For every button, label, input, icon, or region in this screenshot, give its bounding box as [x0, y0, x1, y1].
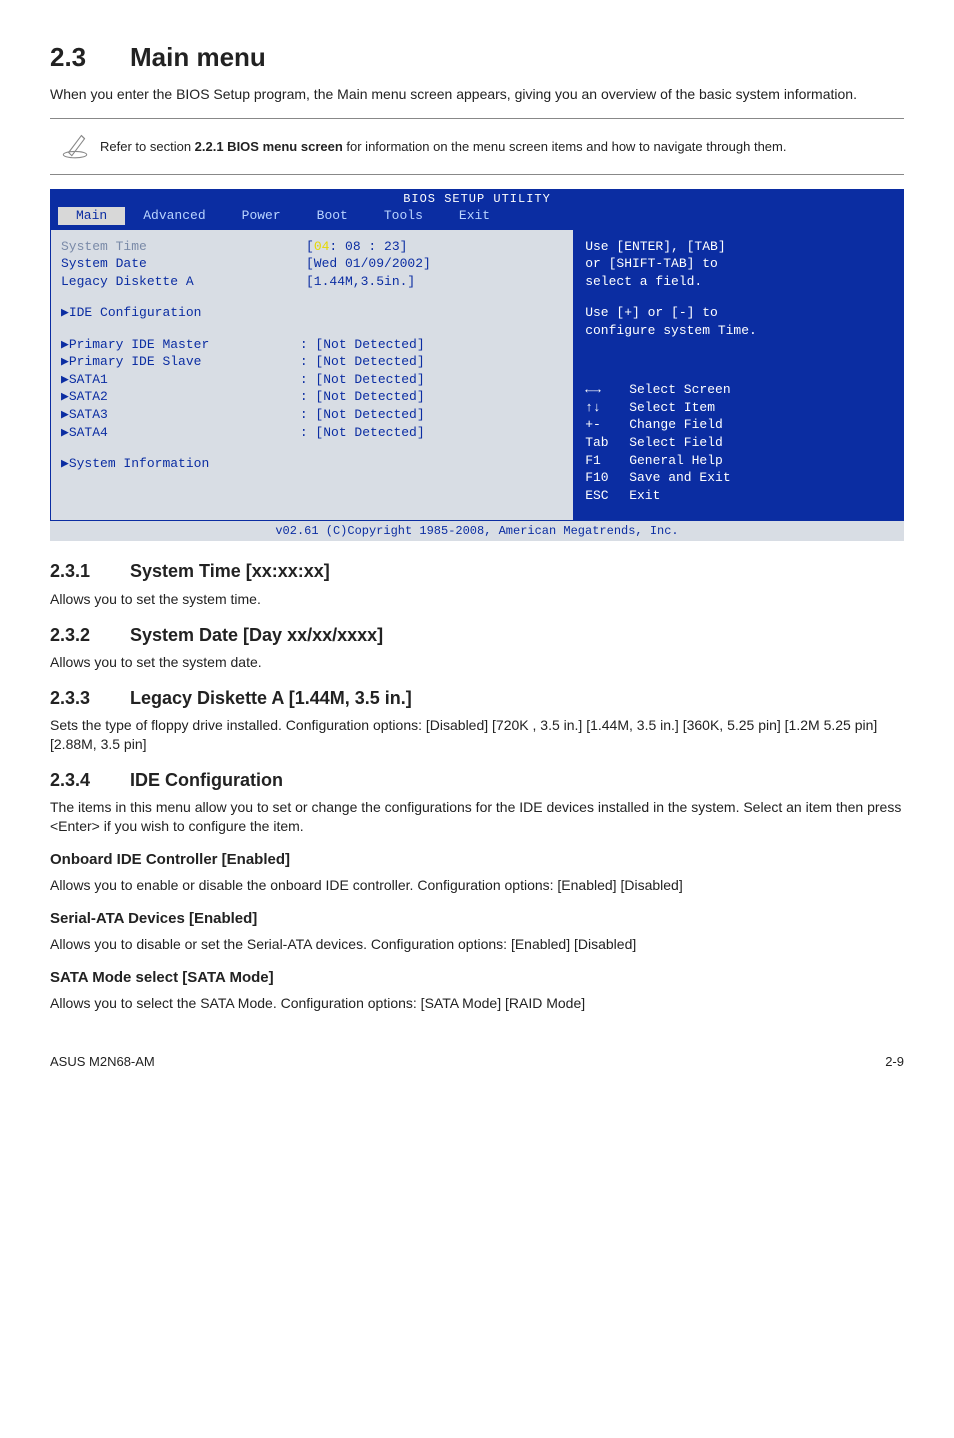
subsection-231-body: Allows you to set the system time. [50, 590, 904, 609]
bios-help-key-row: ↑↓Select Item [585, 399, 893, 417]
subsection-232-title: 2.3.2System Date [Day xx/xx/xxxx] [50, 623, 904, 647]
page-footer: ASUS M2N68-AM 2-9 [50, 1053, 904, 1071]
bios-help-key-row: +-Change Field [585, 416, 893, 434]
triangle-icon: ▶ [61, 406, 69, 424]
pencil-icon [50, 127, 100, 166]
bios-row-legacy-diskette[interactable]: Legacy Diskette A [1.44M,3.5in.] [61, 273, 563, 291]
section-number: 2.3 [50, 40, 130, 75]
footer-left: ASUS M2N68-AM [50, 1053, 155, 1071]
triangle-icon: ▶ [61, 304, 69, 322]
bios-row-sata4[interactable]: ▶ SATA4: [Not Detected] [61, 424, 563, 442]
sata-mode-body: Allows you to select the SATA Mode. Conf… [50, 994, 904, 1013]
arrow-up-down-icon: ↑↓ [585, 399, 629, 417]
subsection-234-body: The items in this menu allow you to set … [50, 798, 904, 836]
triangle-icon: ▶ [61, 424, 69, 442]
note-text: Refer to section 2.2.1 BIOS menu screen … [100, 138, 904, 156]
bios-row-ide-configuration[interactable]: ▶ IDE Configuration [61, 304, 563, 322]
bios-row-system-information[interactable]: ▶ System Information [61, 455, 563, 473]
subsection-233-body: Sets the type of floppy drive installed.… [50, 716, 904, 754]
bios-screenshot: BIOS SETUP UTILITY Main Advanced Power B… [50, 189, 904, 541]
subsection-233-title: 2.3.3Legacy Diskette A [1.44M, 3.5 in.] [50, 686, 904, 710]
triangle-icon: ▶ [61, 388, 69, 406]
bios-menu-boot[interactable]: Boot [299, 207, 366, 225]
bios-help-pane: Use [ENTER], [TAB] or [SHIFT-TAB] to sel… [574, 229, 904, 522]
triangle-icon: ▶ [61, 353, 69, 371]
arrow-left-right-icon: ←→ [585, 381, 629, 399]
triangle-icon: ▶ [61, 455, 69, 473]
note-callout: Refer to section 2.2.1 BIOS menu screen … [50, 118, 904, 175]
section-title: 2.3Main menu [50, 40, 904, 75]
bios-help-key-row: F1General Help [585, 452, 893, 470]
bios-help-key-row: ESCExit [585, 487, 893, 505]
bios-menu-main[interactable]: Main [58, 207, 125, 225]
footer-right: 2-9 [885, 1053, 904, 1071]
bios-title: BIOS SETUP UTILITY [50, 189, 904, 207]
bios-row-primary-master[interactable]: ▶ Primary IDE Master: [Not Detected] [61, 336, 563, 354]
bios-row-system-date[interactable]: System Date [Wed 01/09/2002] [61, 255, 563, 273]
subsection-231-title: 2.3.1System Time [xx:xx:xx] [50, 559, 904, 583]
subsection-232-body: Allows you to set the system date. [50, 653, 904, 672]
bios-menu-advanced[interactable]: Advanced [125, 207, 223, 225]
section-name: Main menu [130, 42, 266, 72]
sata-mode-title: SATA Mode select [SATA Mode] [50, 968, 904, 988]
bios-menu-tools[interactable]: Tools [366, 207, 441, 225]
bios-row-sata1[interactable]: ▶ SATA1: [Not Detected] [61, 371, 563, 389]
bios-menubar: Main Advanced Power Boot Tools Exit [50, 207, 904, 229]
bios-footer: v02.61 (C)Copyright 1985-2008, American … [50, 521, 904, 541]
bios-help-key-row: F10Save and Exit [585, 469, 893, 487]
triangle-icon: ▶ [61, 336, 69, 354]
serial-ata-title: Serial-ATA Devices [Enabled] [50, 909, 904, 929]
bios-menu-power[interactable]: Power [224, 207, 299, 225]
bios-help-key-row: ←→Select Screen [585, 381, 893, 399]
onboard-ide-body: Allows you to enable or disable the onbo… [50, 876, 904, 895]
bios-left-pane: System Time [04: 08 : 23] System Date [W… [50, 229, 574, 522]
subsection-234-title: 2.3.4IDE Configuration [50, 768, 904, 792]
bios-row-sata2[interactable]: ▶ SATA2: [Not Detected] [61, 388, 563, 406]
triangle-icon: ▶ [61, 371, 69, 389]
bios-row-primary-slave[interactable]: ▶ Primary IDE Slave: [Not Detected] [61, 353, 563, 371]
bios-help-key-row: TabSelect Field [585, 434, 893, 452]
onboard-ide-title: Onboard IDE Controller [Enabled] [50, 850, 904, 870]
bios-row-sata3[interactable]: ▶ SATA3: [Not Detected] [61, 406, 563, 424]
intro-paragraph: When you enter the BIOS Setup program, t… [50, 85, 904, 104]
serial-ata-body: Allows you to disable or set the Serial-… [50, 935, 904, 954]
bios-row-system-time[interactable]: System Time [04: 08 : 23] [61, 238, 563, 256]
bios-menu-exit[interactable]: Exit [441, 207, 508, 225]
